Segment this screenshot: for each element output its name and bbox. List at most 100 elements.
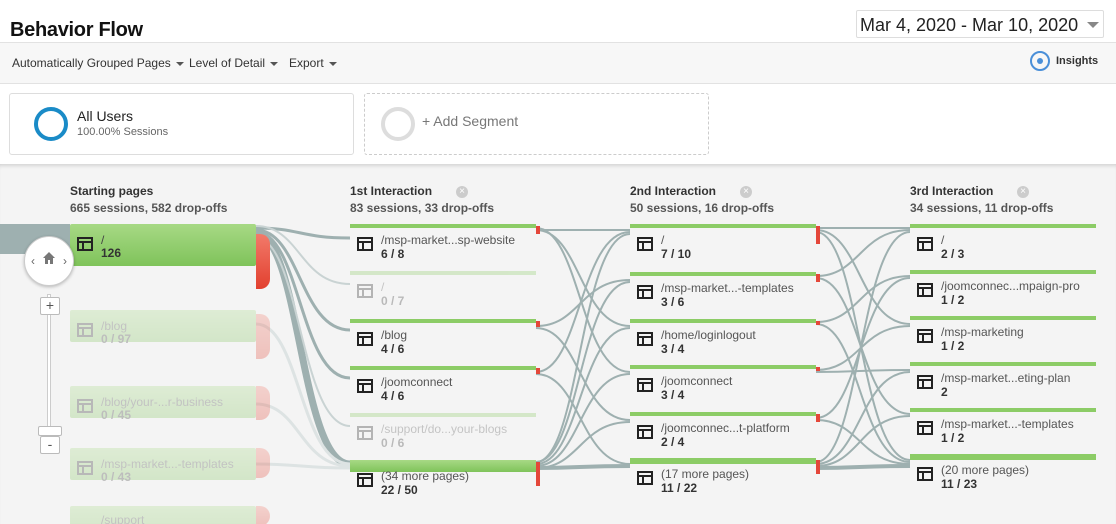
interaction-node[interactable]: /home/loginlogout 3 / 4 [630,319,820,361]
column-title: Starting pages [70,184,154,198]
node-label: /blog [101,319,128,333]
export-dropdown[interactable]: Export [289,56,337,70]
start-node[interactable]: / 126 [70,224,270,289]
pan-right-icon[interactable]: › [63,254,67,268]
pan-home-control[interactable]: ‹ › [24,236,74,286]
start-node[interactable]: /msp-market...-templates 0 / 43 [70,448,270,484]
node-label: /blog [381,328,408,342]
zoom-out-button[interactable]: - [40,436,60,454]
close-column-icon[interactable]: × [456,186,468,198]
interaction-node[interactable]: /joomconnect 3 / 4 [630,365,820,407]
date-range-picker[interactable]: Mar 4, 2020 - Mar 10, 2020 [856,10,1104,38]
node-label: / [661,233,665,247]
dropoff-bar [536,368,540,374]
column-title: 1st Interaction [350,184,433,198]
export-label: Export [289,56,324,70]
node-bar [350,413,536,417]
dropoff-bar [256,386,270,420]
page-icon [357,332,373,346]
interaction-node[interactable]: /joomconnec...t-platform 2 / 4 [630,412,820,454]
interaction-node[interactable]: / 7 / 10 [630,224,820,266]
node-bar [350,224,536,228]
node-count: 22 / 50 [381,483,418,497]
node-bar [630,319,816,323]
start-node[interactable]: /blog 0 / 97 [70,310,270,359]
dropoff-bar [536,226,540,234]
interaction-node-more[interactable]: (17 more pages) 11 / 22 [630,458,820,500]
zoom-in-button[interactable]: + [40,297,60,315]
insights-icon [1030,51,1050,71]
flow-link [535,464,631,470]
node-label: /msp-market...-templates [941,417,1074,431]
interaction-node[interactable]: / 0 / 7 [350,271,536,313]
date-range-text: Mar 4, 2020 - Mar 10, 2020 [860,15,1079,35]
node-bar [910,454,1096,460]
zoom-slider-track[interactable] [47,294,51,444]
dropoff-bar [256,314,270,359]
interaction-node[interactable]: /msp-market...-templates 3 / 6 [630,272,820,314]
start-node[interactable]: /blog/your-...r-business 0 / 45 [70,386,270,422]
page-icon [637,332,653,346]
node-bar [910,408,1096,412]
segment-all-users[interactable]: All Users 100.00% Sessions [9,93,354,155]
node-count: 1 / 2 [941,293,965,307]
start-node-block [70,506,256,524]
dropoff-bar [816,460,820,474]
column-header-int2: 2nd Interaction 50 sessions, 16 drop-off… [630,184,774,215]
interaction-node-more[interactable]: (34 more pages) 22 / 50 [350,460,540,502]
page-icon [77,323,93,337]
node-count: 3 / 4 [661,388,685,402]
node-bar [910,224,1096,228]
interaction-node[interactable]: / 2 / 3 [910,224,1096,266]
interaction-node[interactable]: /msp-market...-templates 1 / 2 [910,408,1096,450]
node-count: 3 / 4 [661,342,685,356]
grouping-dropdown[interactable]: Automatically Grouped Pages [12,56,184,70]
segment-name: All Users [77,108,134,124]
interaction-node[interactable]: /joomconnec...mpaign-pro 1 / 2 [910,270,1096,312]
page-icon [637,378,653,392]
insights-label: Insights [1056,55,1099,67]
start-node-block [70,310,256,342]
start-node[interactable]: /support [70,506,270,524]
flow-link [815,369,911,373]
node-label: /msp-market...sp-website [381,233,516,247]
interaction-node[interactable]: /msp-market...eting-plan 2 [910,362,1096,404]
node-count: 0 / 97 [101,332,132,346]
node-bar [630,458,816,464]
node-count: 4 / 6 [381,389,405,403]
interaction-node[interactable]: /blog 4 / 6 [350,319,540,361]
page-icon [637,285,653,299]
node-count: 3 / 6 [661,295,685,309]
node-bar [350,271,536,275]
add-segment-button[interactable]: + Add Segment [364,93,709,155]
interaction-node[interactable]: /support/do...your-blogs 0 / 6 [350,413,536,455]
level-of-detail-dropdown[interactable]: Level of Detail [189,56,279,70]
page-icon [357,379,373,393]
pan-left-icon[interactable]: ‹ [31,254,35,268]
zoom-slider-thumb[interactable] [38,426,62,436]
node-count: 2 [941,385,948,399]
node-label: / [381,280,385,294]
behavior-flow-canvas[interactable]: Starting pages 665 sessions, 582 drop-of… [0,164,1116,524]
interaction-node[interactable]: /msp-marketing 1 / 2 [910,316,1096,358]
node-bar [350,319,536,323]
toolbar: Automatically Grouped Pages Level of Det… [0,42,1116,84]
start-node-block [70,224,256,266]
node-bar [350,366,536,370]
column-summary: 83 sessions, 33 drop-offs [350,201,495,215]
flow-link [815,464,911,470]
home-icon[interactable] [42,251,56,265]
page-icon [77,237,93,251]
close-column-icon[interactable]: × [740,186,752,198]
interaction-node[interactable]: /msp-market...sp-website 6 / 8 [350,224,540,266]
node-bar [910,270,1096,274]
close-column-icon[interactable]: × [1017,186,1029,198]
node-bar [630,224,816,228]
interaction-node[interactable]: /joomconnect 4 / 6 [350,366,540,408]
segment-sessions: 100.00% Sessions [77,126,169,138]
page-icon [357,284,373,298]
node-count: 2 / 4 [661,435,685,449]
column-summary: 50 sessions, 16 drop-offs [630,201,775,215]
node-label: (20 more pages) [941,463,1030,477]
interaction-node-more[interactable]: (20 more pages) 11 / 23 [910,454,1096,496]
